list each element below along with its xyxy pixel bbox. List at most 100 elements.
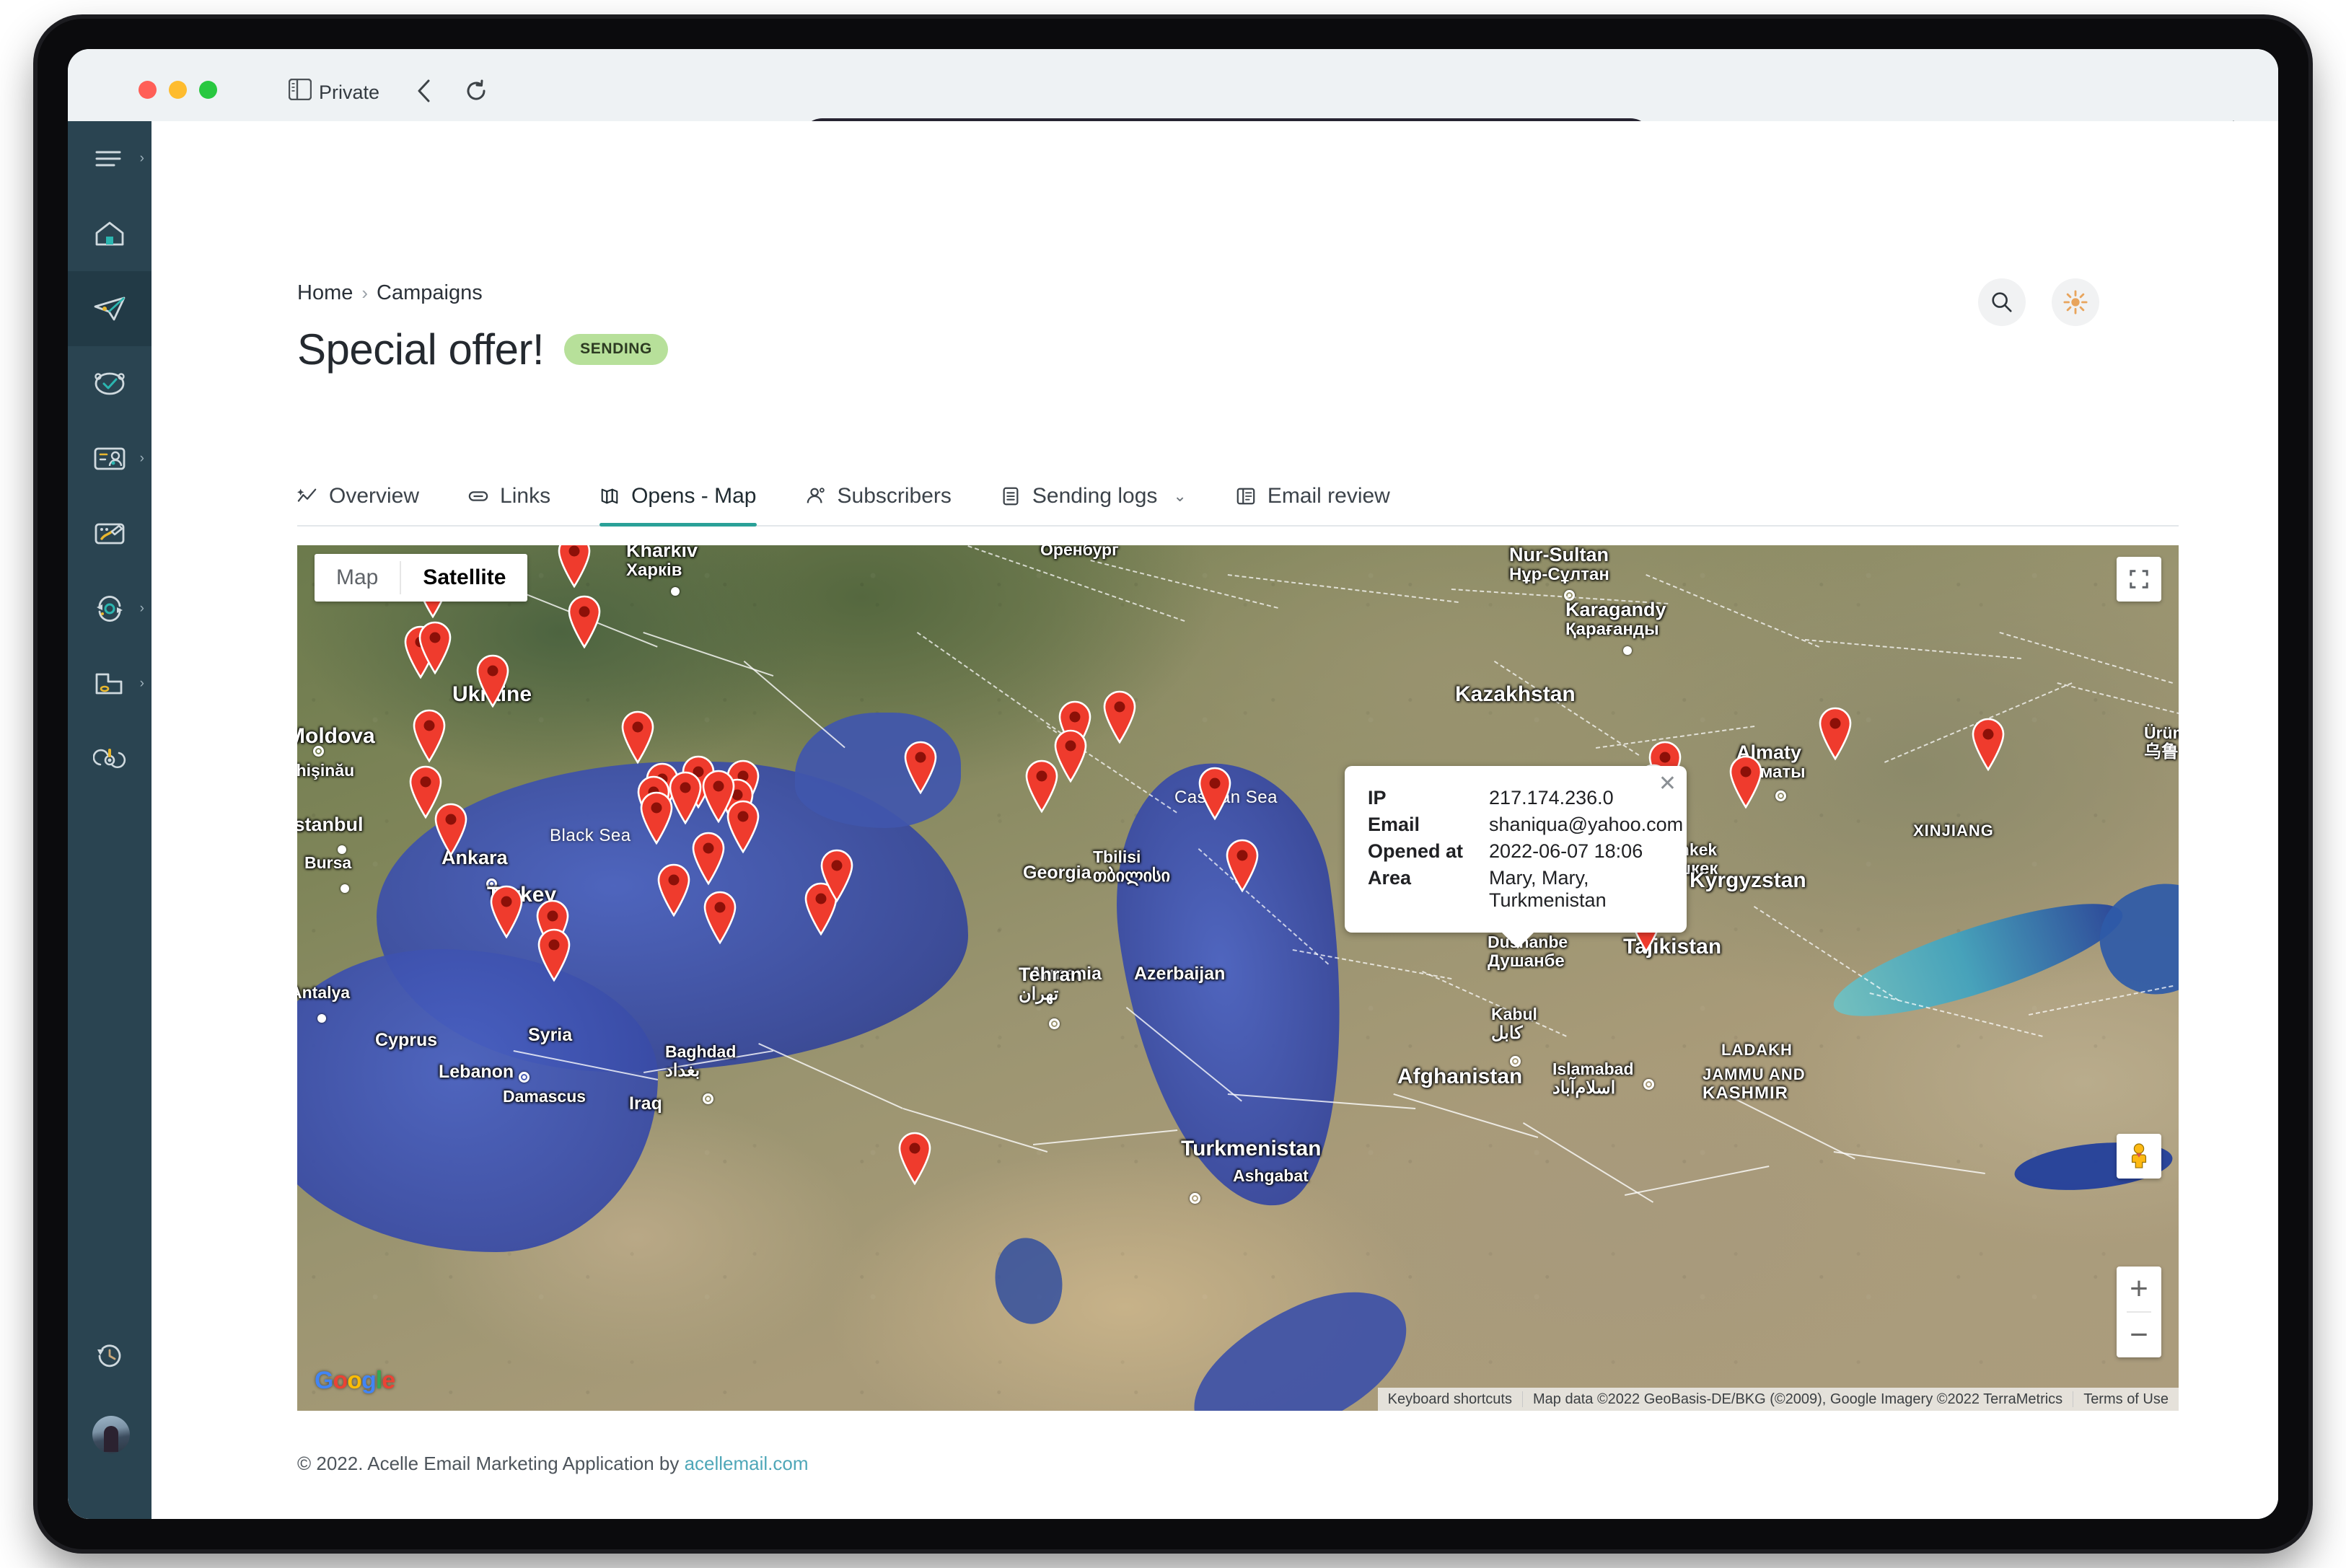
settings-gear-icon [93,749,126,768]
theme-toggle-button[interactable] [2052,278,2099,326]
map-open-marker[interactable] [1726,754,1766,809]
map-type-control[interactable]: Map Satellite [315,554,528,602]
tab-subscribers[interactable]: Subscribers [781,467,976,525]
tab-sending-logs[interactable]: Sending logs ⌄ [976,467,1211,525]
table-row: Email shaniqua@yahoo.com [1368,811,1683,838]
storage-icon [95,673,123,695]
sidebar-item-subscribers[interactable]: › [68,421,151,496]
maximize-window-button[interactable] [199,81,217,99]
email-review-icon [1236,488,1255,505]
breadcrumb-home[interactable]: Home [297,281,353,304]
popup-key: Area [1368,867,1412,889]
google-logo-letter: o [333,1367,348,1394]
map-open-marker[interactable] [415,620,455,675]
analytics-icon [297,488,317,502]
sidebar-item-storage[interactable]: › [68,646,151,721]
sidebar-item-settings[interactable] [68,721,151,796]
map-open-marker[interactable] [554,545,594,589]
map-zoom-in-button[interactable]: + [2117,1267,2161,1311]
tab-email-review[interactable]: Email review [1211,467,1415,525]
map-type-map-button[interactable]: Map [315,554,400,602]
breadcrumb-separator: › [361,282,369,304]
popup-value: 217.174.236.0 [1489,787,1614,809]
table-row: IP 217.174.236.0 [1368,785,1683,811]
map-fullscreen-button[interactable] [2117,557,2161,602]
map-open-marker[interactable] [688,831,729,886]
sidebar-item-verification[interactable] [68,346,151,421]
reload-icon[interactable] [465,79,488,102]
map-open-marker[interactable] [409,708,449,763]
map-icon [601,488,618,504]
pegman-icon [2131,1143,2147,1168]
map-open-marker[interactable] [723,799,763,854]
chevron-down-icon: ⌄ [1173,487,1187,505]
map-open-marker[interactable] [534,928,574,982]
avatar[interactable] [92,1416,130,1453]
map-open-marker[interactable] [636,790,677,845]
chevron-right-icon: › [139,676,144,691]
close-window-button[interactable] [139,81,157,99]
tab-label: Email review [1267,484,1390,508]
map-open-marker[interactable] [1050,728,1091,783]
sidebar-item-templates[interactable] [68,496,151,571]
tab-label: Overview [329,484,420,508]
popup-key: Email [1368,814,1420,835]
search-button[interactable] [1978,278,2026,326]
google-logo-letter: e [382,1367,395,1394]
sidebar-toggle-icon[interactable] [288,78,312,101]
google-logo-letter: G [315,1367,333,1394]
breadcrumb-current[interactable]: Campaigns [377,281,483,304]
map-open-marker[interactable] [817,848,857,903]
map-zoom-controls[interactable]: + − [2117,1267,2161,1357]
table-row: Area Mary, Mary, Turkmenistan [1368,865,1683,914]
map-open-marker[interactable] [564,594,605,649]
list-icon [1003,487,1019,506]
map-open-marker[interactable] [486,884,527,939]
google-logo: Google [315,1367,395,1395]
map-data-attribution: Map data ©2022 GeoBasis-DE/BKG (©2009), … [1533,1391,2063,1407]
tab-overview[interactable]: Overview [297,467,444,525]
window-traffic-lights[interactable] [139,81,217,99]
chevron-right-icon: › [139,451,144,466]
app-main: Home › Campaigns Special offer! SENDING [151,121,2278,1519]
fullscreen-icon [2130,570,2148,589]
sidebar-item-menu-toggle[interactable]: › [68,121,151,196]
street-view-pegman-button[interactable] [2117,1134,2161,1179]
map-open-marker[interactable] [1968,717,2008,772]
tab-label: Links [500,484,551,508]
minimize-window-button[interactable] [169,81,187,99]
sidebar-item-history[interactable] [68,1318,151,1393]
tab-links[interactable]: Links [444,467,575,525]
back-navigation-icon[interactable] [414,78,436,104]
history-clock-icon [97,1344,121,1367]
map-attribution-bar: Keyboard shortcuts Map data ©2022 GeoBas… [1377,1388,2179,1411]
map-open-marker[interactable] [900,740,941,795]
keyboard-shortcuts-link[interactable]: Keyboard shortcuts [1378,1391,1522,1408]
map-open-marker[interactable] [700,890,740,945]
status-badge: SENDING [564,334,668,365]
sidebar-item-campaigns[interactable] [68,271,151,346]
map-open-marker[interactable] [473,653,513,708]
map-open-marker[interactable] [618,710,658,765]
sidebar-item-home[interactable] [68,196,151,271]
footer-link[interactable]: acellemail.com [685,1453,809,1474]
map-open-marker[interactable] [431,802,471,857]
map-open-marker[interactable] [654,863,694,917]
map-open-marker[interactable] [1222,838,1262,893]
opens-map[interactable]: UkraineMoldovaChişinăuKharkivХарківОренб… [297,545,2179,1411]
terms-of-use-link[interactable]: Terms of Use [2073,1391,2179,1408]
footer-copyright: © 2022. Acelle Email Marketing Applicati… [297,1453,685,1474]
map-open-marker[interactable] [1195,766,1235,821]
map-open-marker[interactable] [1099,690,1140,744]
map-open-marker[interactable] [895,1131,935,1186]
tab-opens-map[interactable]: Opens - Map [575,467,781,527]
tab-label: Opens - Map [631,484,757,508]
map-open-marker[interactable] [1815,706,1855,761]
map-type-satellite-button[interactable]: Satellite [401,554,527,602]
close-icon[interactable]: ✕ [1659,773,1677,795]
sidebar-item-automation[interactable]: › [68,571,151,646]
campaign-tab-bar: Overview Links Opens - Map Subscribers S… [297,467,2179,527]
send-icon [94,296,126,321]
tab-label: Sending logs [1032,484,1158,508]
map-zoom-out-button[interactable]: − [2117,1313,2161,1357]
